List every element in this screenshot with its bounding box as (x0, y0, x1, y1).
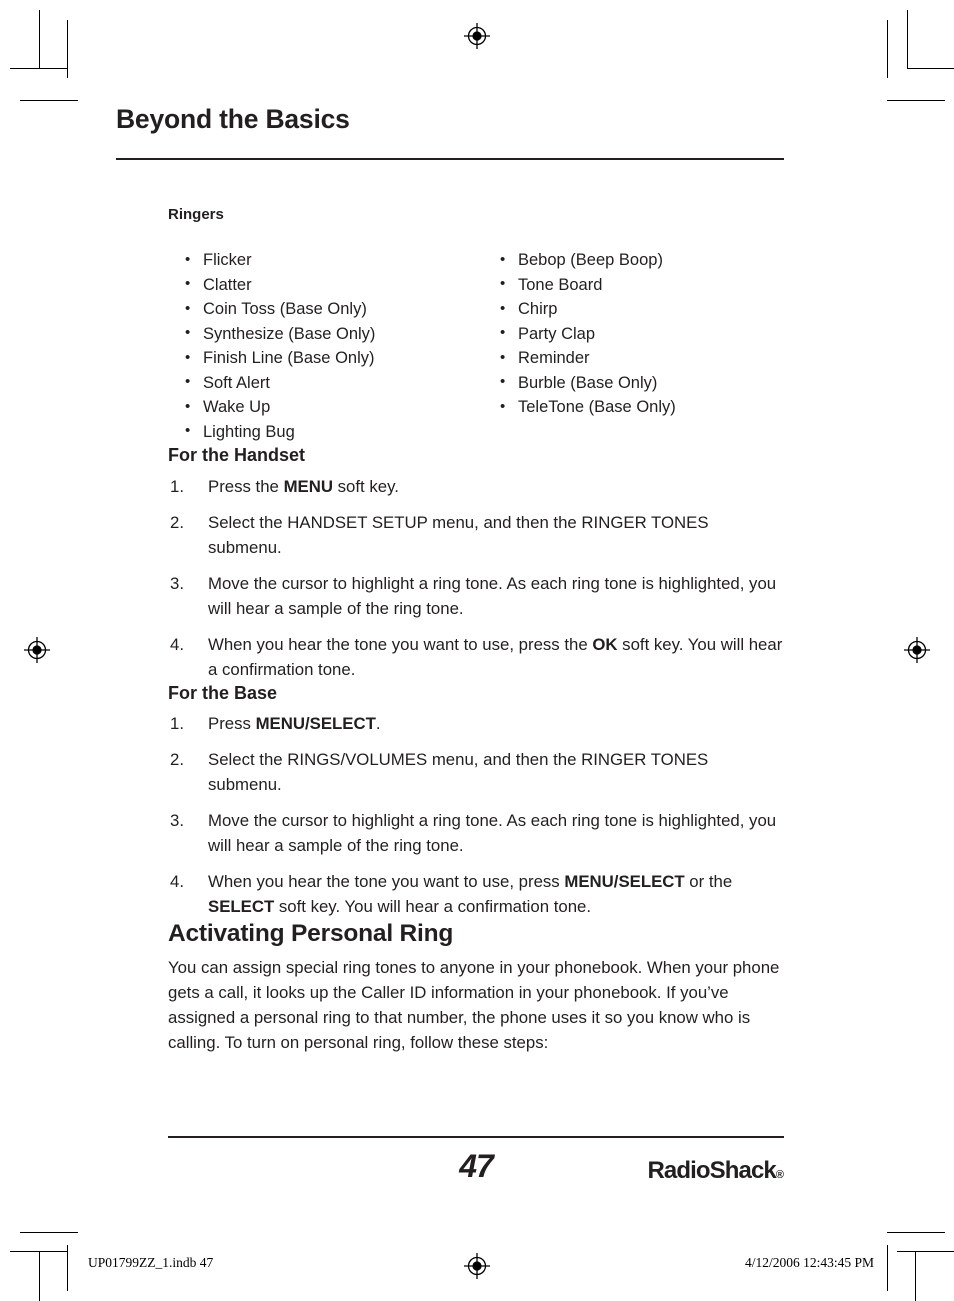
step-text: When you hear the tone you want to use, … (208, 872, 565, 892)
step-text: soft key. You will hear a confirmation t… (274, 897, 592, 917)
step-text: Move the cursor to highlight a ring tone… (208, 811, 777, 856)
list-item: TeleTone (Base Only) (497, 395, 784, 420)
procedure-step: 1. Press the MENU soft key. (168, 474, 784, 499)
emphasis-text: MENU (283, 476, 333, 496)
registration-mark-right (904, 637, 930, 663)
ringers-left-items: FlickerClatterCoin Toss (Base Only)Synth… (182, 248, 469, 444)
emphasis-text: SELECT (618, 872, 685, 892)
trim-mark-top-right (887, 100, 945, 101)
list-item: Reminder (497, 346, 784, 371)
registration-mark-bottom (464, 1253, 490, 1279)
step-number: 1. (170, 476, 184, 496)
page-footer: 47 RadioShack® (168, 1148, 784, 1194)
list-item: Clatter (182, 272, 469, 298)
list-item: Chirp (497, 297, 784, 322)
crop-mark-bottom-left-vertical (39, 1251, 40, 1301)
bleed-mark-top-left-vertical (67, 20, 68, 78)
registered-trademark-icon: ® (775, 1169, 784, 1181)
brand-name: RadioShack (647, 1157, 777, 1184)
crop-mark-bottom-right-vertical (915, 1251, 916, 1301)
page-title: Beyond the Basics (116, 104, 350, 134)
ringers-subhead: Ringers (168, 206, 224, 224)
ringers-column-right: Bebop (Beep Boop)Tone BoardChirpParty Cl… (469, 248, 784, 444)
footer-divider (168, 1136, 784, 1138)
emphasis-text: OK (592, 634, 618, 654)
bleed-mark-bottom-right-vertical (887, 1245, 888, 1291)
step-number: 3. (170, 811, 184, 831)
list-item: Party Clap (497, 321, 784, 347)
emphasis-text: MENU/ (564, 872, 619, 892)
step-number: 2. (170, 750, 184, 770)
list-item: Burble (Base Only) (497, 370, 784, 396)
for-the-handset-heading: For the Handset (168, 445, 306, 466)
step-text: Select the RINGS/VOLUMES menu, and then … (208, 750, 709, 795)
list-item: Tone Board (497, 272, 784, 298)
bleed-mark-top-right-vertical (887, 20, 888, 78)
procedure-step: 4. When you hear the tone you want to use… (168, 632, 784, 682)
list-item: Soft Alert (182, 370, 469, 396)
activating-personal-ring-body: You can assign special ring tones to any… (168, 957, 780, 1053)
list-item: Coin Toss (Base Only) (182, 297, 469, 322)
step-number: 3. (170, 573, 184, 593)
emphasis-text: SELECT (208, 897, 275, 917)
for-the-handset-steps: 1. Press the MENU soft key. 2. Select the H… (168, 474, 784, 682)
print-slug-timestamp: 4/12/2006 12:43:45 PM (744, 1255, 874, 1270)
list-item: Bebop (Beep Boop) (497, 248, 784, 273)
printed-page: Beyond the Basics Ringers FlickerClatter… (0, 0, 954, 1301)
step-text: Press (208, 714, 256, 734)
procedure-step: 2. Select the HANDSET SETUP menu, and the… (168, 510, 784, 560)
trim-mark-top-left (20, 100, 78, 101)
list-item: Wake Up (182, 395, 469, 420)
list-item: Flicker (182, 248, 469, 273)
procedure-step: 3. Move the cursor to highlight a ring to… (168, 808, 784, 858)
step-number: 4. (170, 634, 184, 654)
emphasis-text: MENU/SELECT (255, 714, 376, 734)
list-item: Synthesize (Base Only) (182, 321, 469, 347)
for-the-base-heading: For the Base (168, 682, 278, 703)
print-slug-filename: UP01799ZZ_1.indb 47 (88, 1255, 214, 1270)
registration-mark-left (24, 637, 50, 663)
step-number: 2. (170, 512, 184, 532)
step-text: . (375, 714, 381, 734)
registration-mark-top (464, 23, 490, 49)
activating-personal-ring-heading: Activating Personal Ring (168, 920, 454, 948)
radioshack-logo: RadioShack® (648, 1157, 785, 1185)
procedure-step: 2. Select the RINGS/VOLUMES menu, and the… (168, 747, 784, 797)
list-item: Finish Line (Base Only) (182, 346, 469, 371)
procedure-step: 1. Press MENU/SELECT. (168, 711, 784, 736)
step-text: soft key. (332, 476, 399, 496)
trim-mark-bottom-left (20, 1232, 78, 1233)
page-content: Beyond the Basics Ringers FlickerClatter… (116, 104, 784, 1056)
procedure-step: 3. Move the cursor to highlight a ring to… (168, 571, 784, 621)
step-text: Move the cursor to highlight a ring tone… (208, 573, 777, 618)
ringers-right-items: Bebop (Beep Boop)Tone BoardChirpParty Cl… (497, 248, 784, 420)
step-text: Press the (208, 476, 284, 496)
step-text: Select the HANDSET SETUP menu, and then … (208, 512, 709, 557)
crop-mark-top-left-vertical (39, 10, 40, 68)
for-the-base-steps: 1. Press MENU/SELECT. 2. Select the RINGS/V… (168, 711, 784, 919)
trim-mark-bottom-right (887, 1232, 945, 1233)
crop-mark-bottom-right-horizontal (897, 1251, 954, 1252)
crop-mark-top-right-horizontal (907, 68, 954, 69)
ringers-list: FlickerClatterCoin Toss (Base Only)Synth… (168, 248, 784, 444)
list-item: Lighting Bug (182, 419, 469, 445)
procedure-step: 4. When you hear the tone you want to use… (168, 869, 784, 919)
crop-mark-top-right-vertical (907, 10, 908, 68)
step-text: or the (684, 872, 733, 892)
step-number: 4. (170, 872, 184, 892)
ringers-column-left: FlickerClatterCoin Toss (Base Only)Synth… (168, 248, 469, 444)
step-number: 1. (170, 714, 184, 734)
crop-mark-top-left-horizontal (10, 68, 68, 69)
step-text: When you hear the tone you want to use, … (208, 634, 593, 654)
bleed-mark-bottom-left-vertical (67, 1245, 68, 1291)
